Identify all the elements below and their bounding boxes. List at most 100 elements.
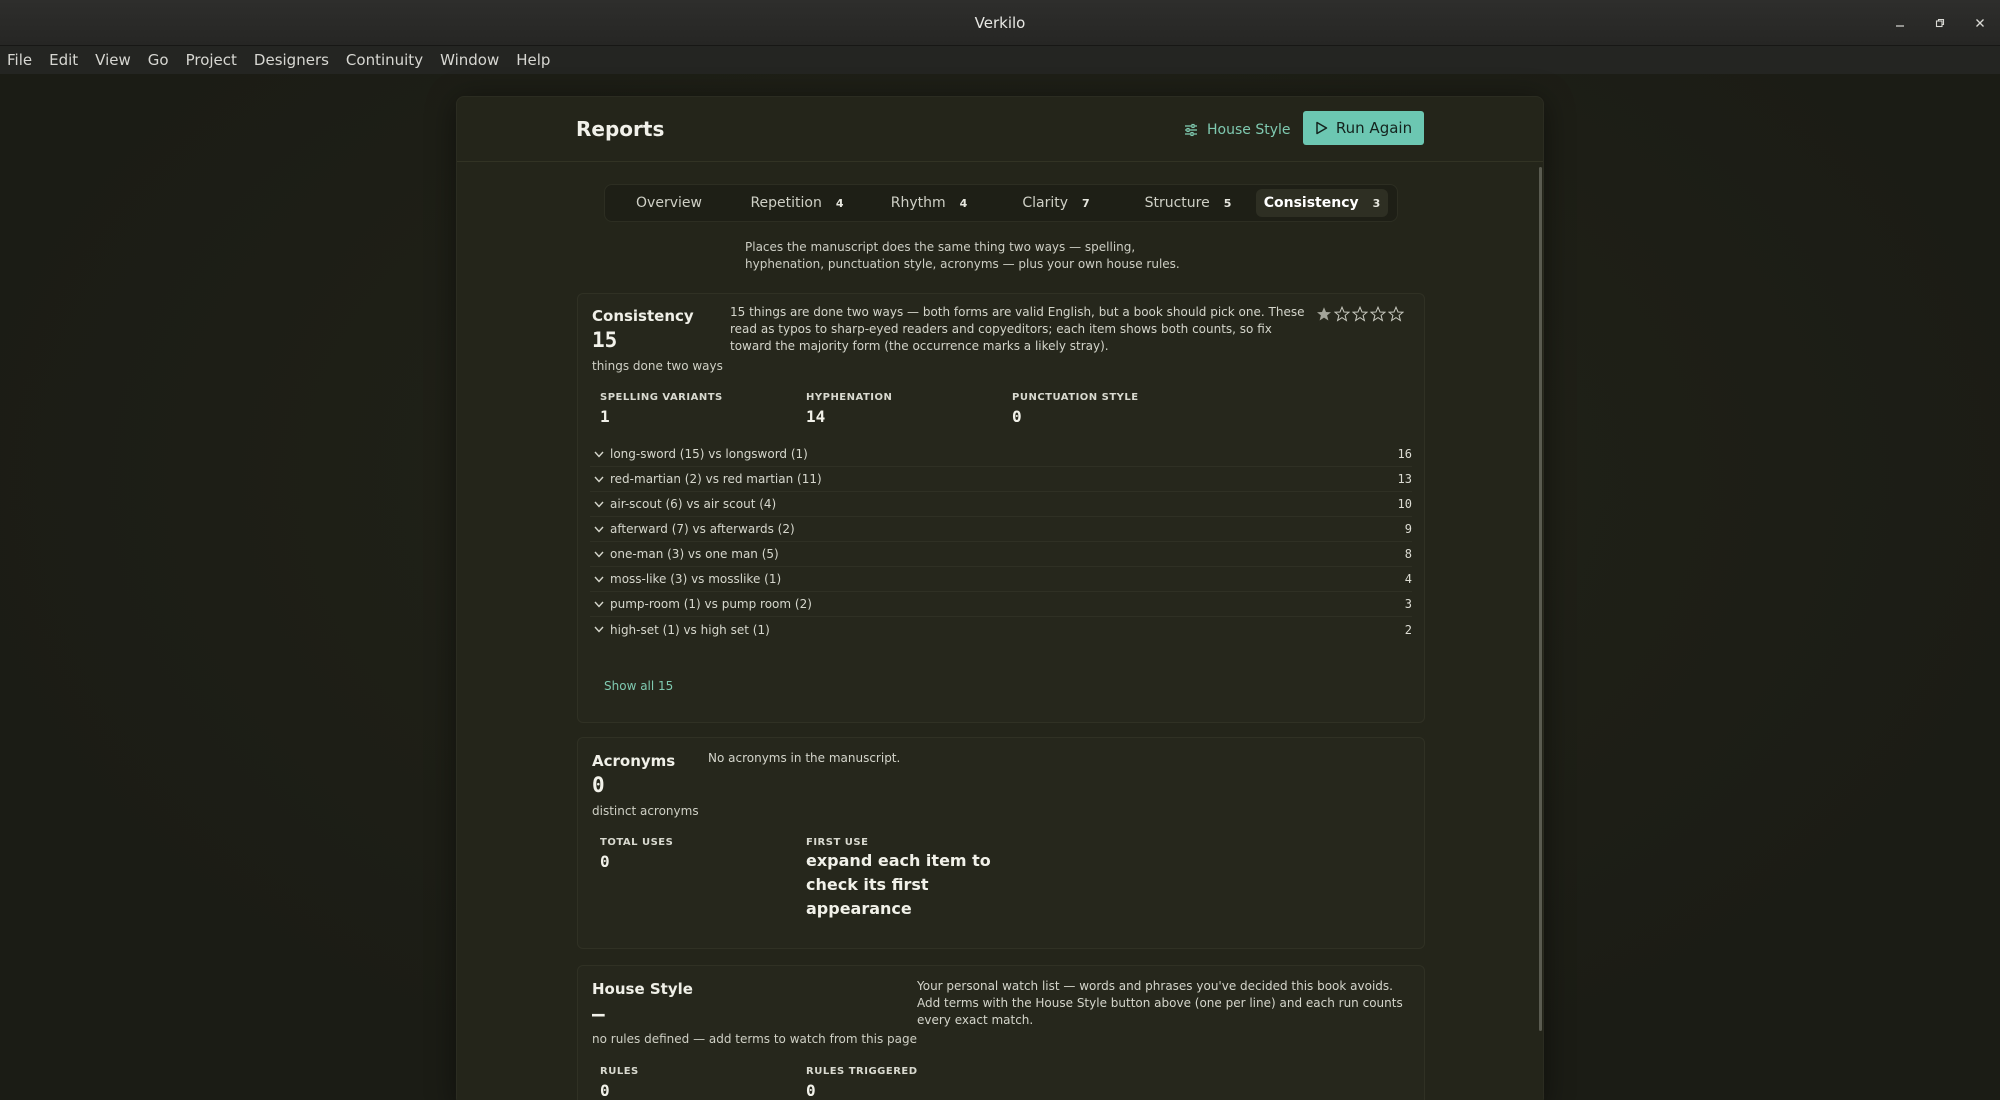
item-count: 4 bbox=[1404, 572, 1412, 586]
chevron-down-icon bbox=[590, 526, 608, 533]
menu-designers[interactable]: Designers bbox=[254, 51, 329, 69]
card-subtitle: no rules defined — add terms to watch fr… bbox=[592, 1032, 918, 1046]
house-style-button[interactable]: House Style bbox=[1183, 117, 1291, 143]
chevron-down-icon bbox=[590, 501, 608, 508]
tab-rhythm[interactable]: Rhythm 4 bbox=[866, 189, 992, 217]
item-label: red-martian (2) vs red martian (11) bbox=[610, 472, 822, 486]
item-count: 9 bbox=[1404, 522, 1412, 536]
close-icon[interactable] bbox=[1960, 0, 2000, 46]
list-item[interactable]: moss-like (3) vs mosslike (1) 4 bbox=[590, 567, 1412, 592]
window-controls bbox=[1880, 0, 2000, 46]
stat-label: RULES bbox=[600, 1066, 639, 1077]
list-item[interactable]: one-man (3) vs one man (5) 8 bbox=[590, 542, 1412, 567]
sliders-icon bbox=[1185, 123, 1197, 137]
card-subtitle: things done two ways bbox=[592, 359, 723, 373]
chevron-down-icon bbox=[590, 451, 608, 458]
tab-consistency[interactable]: Consistency 3 bbox=[1256, 189, 1388, 217]
house-style-card: House Style — no rules defined — add ter… bbox=[577, 965, 1425, 1100]
item-label: one-man (3) vs one man (5) bbox=[610, 547, 779, 561]
restore-icon[interactable] bbox=[1920, 0, 1960, 46]
list-item[interactable]: pump-room (1) vs pump room (2) 3 bbox=[590, 592, 1412, 617]
menu-go[interactable]: Go bbox=[148, 51, 169, 69]
item-count: 13 bbox=[1397, 472, 1412, 486]
stat-value: expand each item to check its first appe… bbox=[806, 851, 991, 918]
card-description: No acronyms in the manuscript. bbox=[708, 751, 901, 765]
item-count: 10 bbox=[1397, 497, 1412, 511]
minimize-icon[interactable] bbox=[1880, 0, 1920, 46]
variant-list: long-sword (15) vs longsword (1) 16 red-… bbox=[590, 442, 1412, 642]
run-again-label: Run Again bbox=[1335, 119, 1413, 137]
menu-project[interactable]: Project bbox=[186, 51, 237, 69]
stat-value: 14 bbox=[806, 407, 826, 426]
list-item[interactable]: red-martian (2) vs red martian (11) 13 bbox=[590, 467, 1412, 492]
play-icon bbox=[1316, 121, 1328, 135]
reports-panel: Reports House Style Run Again Overview R… bbox=[456, 96, 1544, 1100]
stat-label: RULES TRIGGERED bbox=[806, 1066, 918, 1077]
item-label: moss-like (3) vs mosslike (1) bbox=[610, 572, 782, 586]
title-bar: Verkilo bbox=[0, 0, 2000, 46]
menu-view[interactable]: View bbox=[95, 51, 131, 69]
star-empty-icon bbox=[1352, 306, 1368, 322]
stat-value: 0 bbox=[1012, 407, 1022, 426]
item-label: long-sword (15) vs longsword (1) bbox=[610, 447, 808, 461]
menu-help[interactable]: Help bbox=[516, 51, 550, 69]
consistency-card: Consistency 15 things done two ways 15 t… bbox=[577, 293, 1425, 723]
card-subtitle: distinct acronyms bbox=[592, 804, 699, 818]
chevron-down-icon bbox=[590, 601, 608, 608]
stat-value: 1 bbox=[600, 407, 610, 426]
acronyms-card: Acronyms 0 distinct acronyms No acronyms… bbox=[577, 737, 1425, 949]
tab-structure[interactable]: Structure 5 bbox=[1120, 189, 1256, 217]
item-count: 2 bbox=[1404, 622, 1412, 637]
card-value: — bbox=[592, 1002, 605, 1026]
stat-value: 0 bbox=[600, 852, 610, 871]
rating-stars bbox=[1316, 306, 1404, 322]
menu-window[interactable]: Window bbox=[440, 51, 499, 69]
chevron-down-icon bbox=[590, 626, 608, 633]
tab-clarity[interactable]: Clarity 7 bbox=[992, 189, 1120, 217]
chevron-down-icon bbox=[590, 576, 608, 583]
tab-overview[interactable]: Overview bbox=[610, 189, 728, 217]
list-item[interactable]: long-sword (15) vs longsword (1) 16 bbox=[590, 442, 1412, 467]
card-title: Consistency bbox=[592, 307, 694, 325]
list-item[interactable]: high-set (1) vs high set (1) 2 bbox=[590, 617, 1412, 642]
card-description: Your personal watch list — words and phr… bbox=[917, 979, 1403, 1027]
card-title: Acronyms bbox=[592, 752, 676, 770]
list-item[interactable]: air-scout (6) vs air scout (4) 10 bbox=[590, 492, 1412, 517]
stat-label: FIRST USE bbox=[806, 837, 869, 848]
tab-count-badge: 3 bbox=[1372, 196, 1381, 210]
tab-count-badge: 4 bbox=[835, 196, 844, 210]
menu-continuity[interactable]: Continuity bbox=[346, 51, 423, 69]
item-count: 8 bbox=[1404, 547, 1412, 561]
panel-header: Reports House Style Run Again bbox=[457, 97, 1543, 162]
star-filled-icon bbox=[1317, 307, 1331, 321]
run-again-button[interactable]: Run Again bbox=[1303, 111, 1424, 145]
chevron-down-icon bbox=[590, 551, 608, 558]
tab-label: Repetition bbox=[750, 195, 822, 211]
page-title: Reports bbox=[576, 117, 665, 141]
stat-label: PUNCTUATION STYLE bbox=[1012, 392, 1139, 403]
tab-label: Clarity bbox=[1022, 195, 1068, 211]
card-title: House Style bbox=[592, 980, 693, 998]
stat-label: SPELLING VARIANTS bbox=[600, 392, 723, 403]
tab-label: Consistency bbox=[1263, 195, 1359, 211]
scrollbar[interactable] bbox=[1539, 167, 1542, 1031]
tab-count-badge: 4 bbox=[959, 196, 968, 210]
stat-value: 0 bbox=[806, 1081, 816, 1100]
card-value: 0 bbox=[592, 773, 605, 797]
tab-label: Rhythm bbox=[890, 195, 946, 211]
tab-repetition[interactable]: Repetition 4 bbox=[728, 189, 866, 217]
show-all-link[interactable]: Show all 15 bbox=[604, 679, 673, 693]
menu-file[interactable]: File bbox=[7, 51, 32, 69]
tab-count-badge: 7 bbox=[1082, 196, 1090, 210]
menu-edit[interactable]: Edit bbox=[49, 51, 78, 69]
stat-label: HYPHENATION bbox=[806, 392, 893, 403]
item-label: high-set (1) vs high set (1) bbox=[610, 622, 770, 637]
section-intro: Places the manuscript does the same thin… bbox=[745, 240, 1180, 271]
stat-value: 0 bbox=[600, 1081, 610, 1100]
item-label: afterward (7) vs afterwards (2) bbox=[610, 522, 795, 536]
star-empty-icon bbox=[1388, 306, 1404, 322]
list-item[interactable]: afterward (7) vs afterwards (2) 9 bbox=[590, 517, 1412, 542]
house-style-label: House Style bbox=[1207, 122, 1291, 138]
star-empty-icon bbox=[1334, 306, 1350, 322]
item-count: 3 bbox=[1404, 597, 1412, 611]
